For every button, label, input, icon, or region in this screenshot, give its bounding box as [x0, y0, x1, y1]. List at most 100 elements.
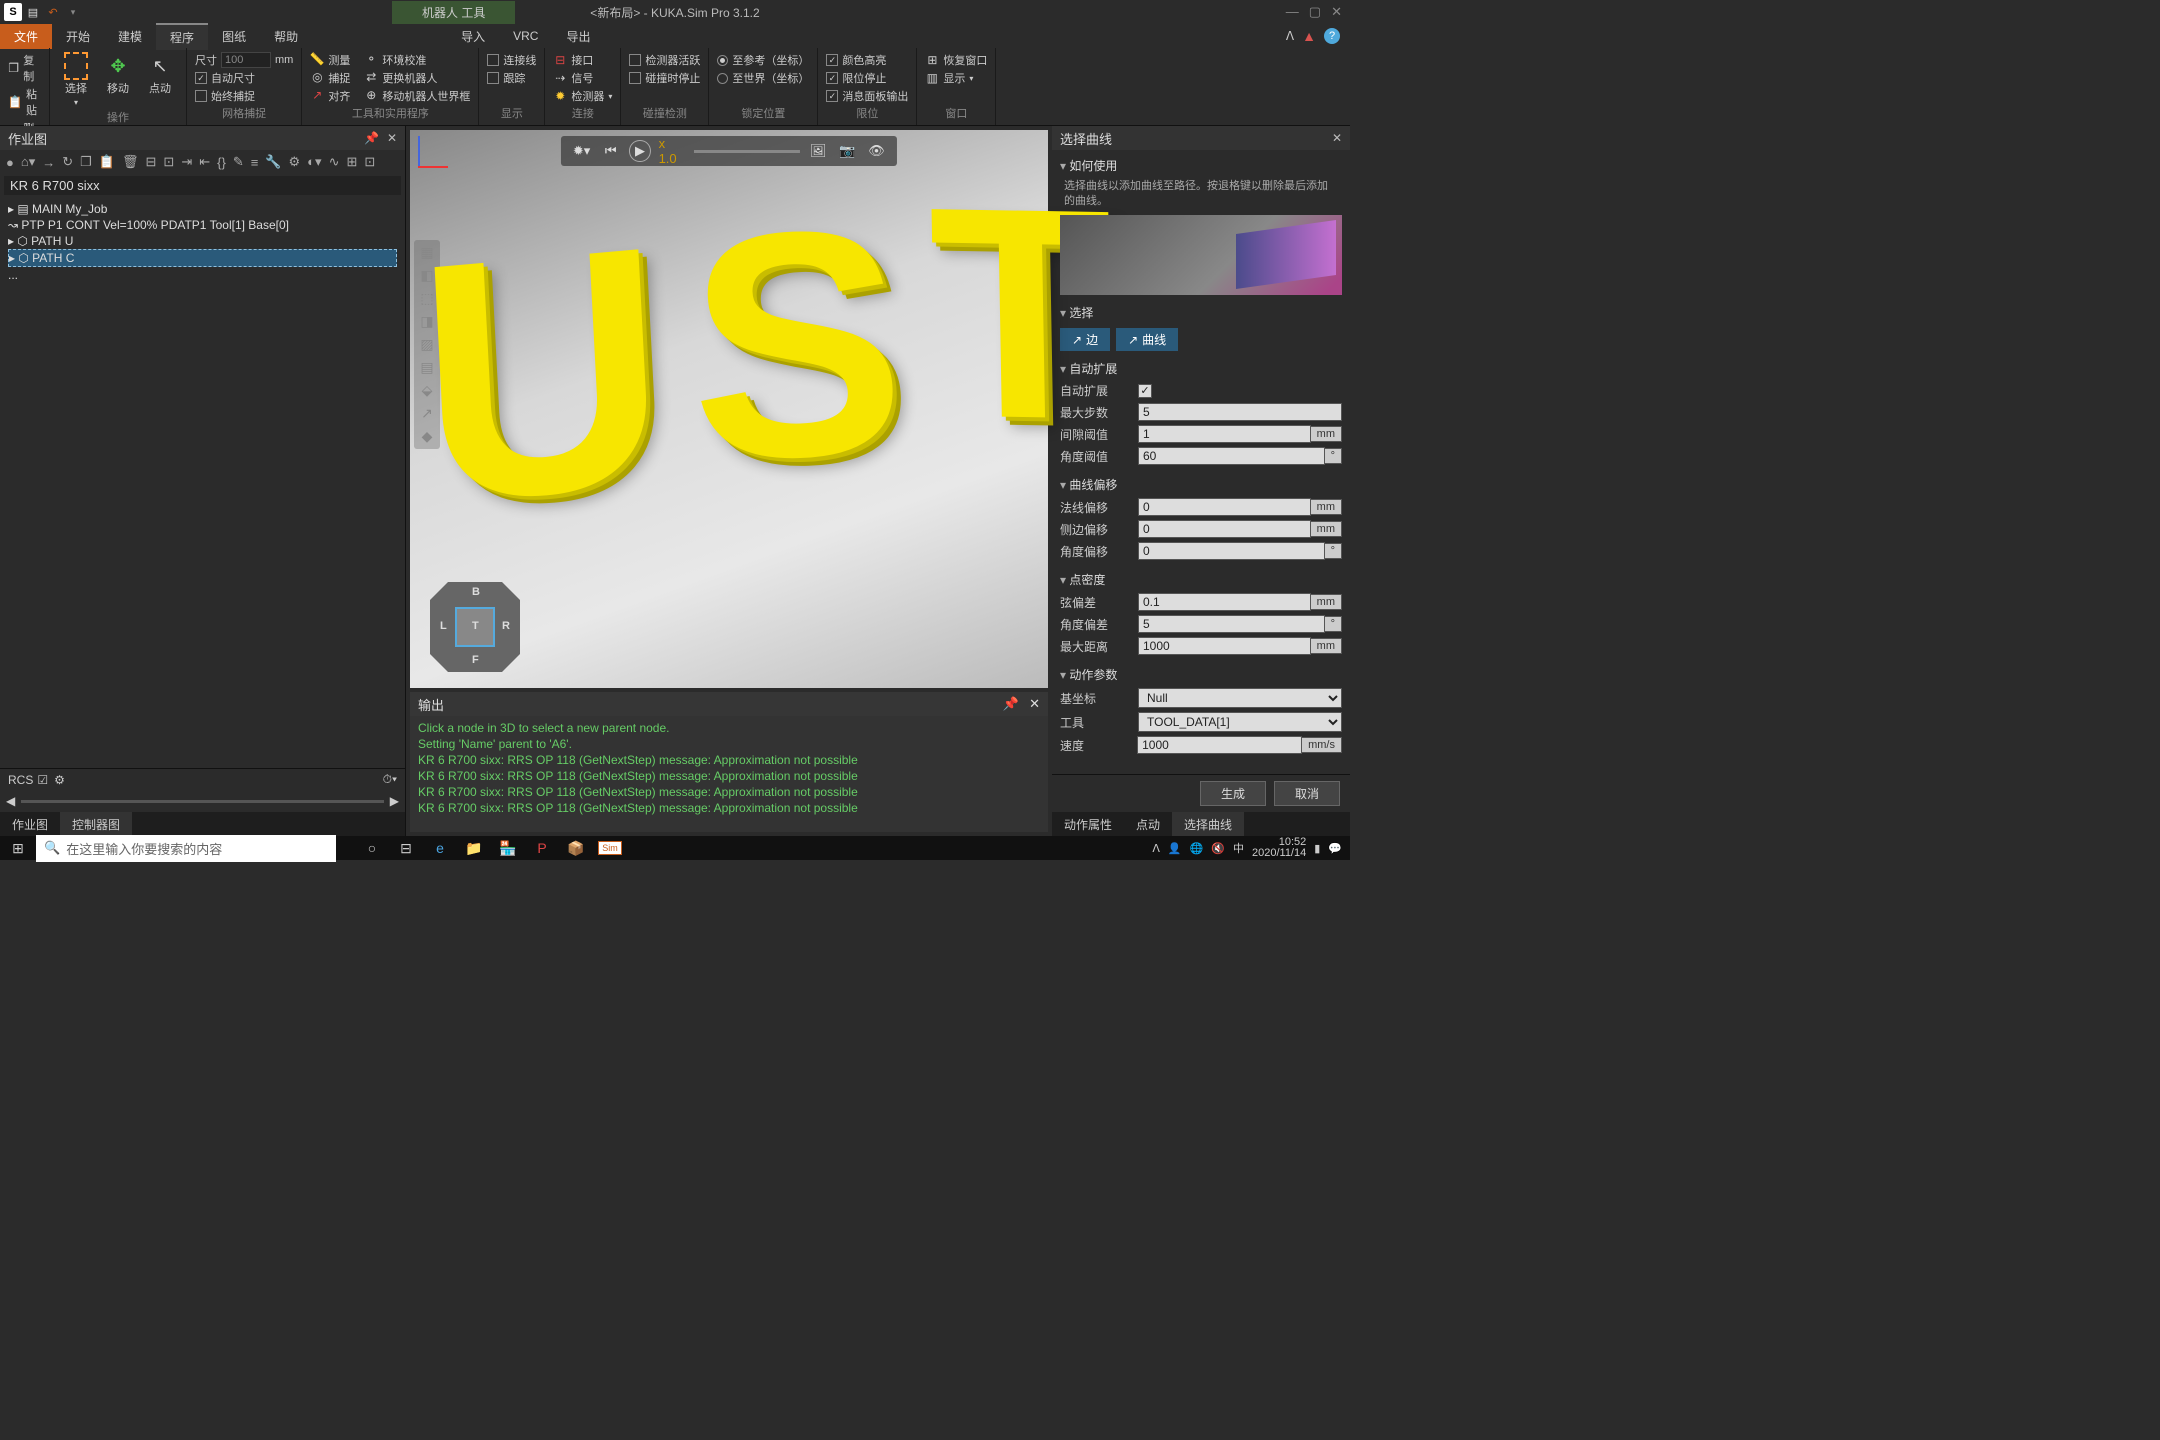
timeline-slider[interactable]: [21, 800, 384, 803]
always-snap-check[interactable]: 始终捕捉: [195, 88, 293, 104]
tb-down-icon[interactable]: ⊡: [163, 154, 174, 170]
tray-net-icon[interactable]: 🌐: [1190, 842, 1204, 855]
tray-action-icon[interactable]: ▮: [1314, 842, 1320, 855]
tb-sl-icon[interactable]: ≡: [251, 155, 259, 170]
tb-b-icon[interactable]: ⊞: [346, 154, 357, 170]
detector-button[interactable]: ✹检测器▾: [553, 88, 612, 104]
tab-work-graph[interactable]: 作业图: [0, 812, 60, 836]
output-close-icon[interactable]: ✕: [1029, 696, 1040, 712]
taskview-icon[interactable]: ⊟: [390, 837, 422, 859]
calibrate-button[interactable]: ⚬环境校准: [364, 52, 426, 68]
tb-del-icon[interactable]: 🗑: [122, 154, 139, 170]
copy-button[interactable]: ❐复制: [8, 52, 41, 84]
tb-arrow-icon[interactable]: →: [42, 155, 55, 170]
section-density[interactable]: 点密度: [1060, 568, 1342, 591]
3d-viewport[interactable]: ✹▾ ⏮ ▶ x 1.0 🖼 📷 👁 ▦ ◧ ⬚ ◨ ▨ ▤ ⬙ ↗ ◆: [410, 130, 1048, 688]
menu-help[interactable]: 帮助: [260, 24, 312, 49]
slider-right-icon[interactable]: ▶: [390, 794, 399, 808]
rcs-gear-icon[interactable]: ⚙: [54, 773, 65, 787]
menu-vrc[interactable]: VRC: [499, 25, 552, 47]
dropdown-icon[interactable]: ▾: [64, 3, 82, 21]
tool-select[interactable]: TOOL_DATA[1]: [1138, 712, 1342, 732]
move-world-button[interactable]: ⊕移动机器人世界框: [364, 88, 470, 104]
tray-up-icon[interactable]: ᐱ: [1152, 842, 1160, 855]
sim-app-icon[interactable]: Sim: [594, 837, 626, 859]
tray-date[interactable]: 2020/11/14: [1252, 848, 1306, 859]
lock-ref-radio[interactable]: 至参考（坐标）: [717, 52, 809, 68]
tb-misc-icon[interactable]: ⚙: [289, 154, 301, 170]
rp-tab-motion[interactable]: 动作属性: [1052, 812, 1124, 836]
close-panel-icon[interactable]: ✕: [387, 131, 397, 145]
collapse-ribbon-icon[interactable]: ᐱ: [1286, 29, 1294, 43]
explorer-icon[interactable]: 📁: [458, 837, 490, 859]
generate-button[interactable]: 生成: [1200, 781, 1266, 806]
rp-tab-jog[interactable]: 点动: [1124, 812, 1172, 836]
archive-icon[interactable]: 📦: [560, 837, 592, 859]
rp-tab-curve[interactable]: 选择曲线: [1172, 812, 1244, 836]
detector-active-check[interactable]: 检测器活跃: [629, 52, 700, 68]
vp-play-icon[interactable]: ▶: [629, 140, 650, 162]
tb-time-icon[interactable]: ◐▾: [307, 154, 321, 170]
edge-icon[interactable]: e: [424, 837, 456, 859]
grid-size-input[interactable]: [221, 52, 271, 68]
angle-thresh-input[interactable]: [1138, 447, 1325, 465]
tb-copy-icon[interactable]: ❐: [80, 154, 92, 170]
undo-icon[interactable]: ↶: [44, 3, 62, 21]
store-icon[interactable]: 🏪: [492, 837, 524, 859]
tree-ptp[interactable]: ↝ PTP P1 CONT Vel=100% PDATP1 Tool[1] Ba…: [8, 217, 397, 233]
move-button[interactable]: ✥移动: [100, 52, 136, 98]
maximize-icon[interactable]: ▢: [1309, 4, 1321, 20]
show-connection-check[interactable]: 连接线: [487, 52, 536, 68]
slider-left-icon[interactable]: ◀: [6, 794, 15, 808]
tb-home-icon[interactable]: ⌂▾: [21, 154, 35, 170]
taskbar-search[interactable]: 🔍 在这里输入你要搜索的内容: [36, 835, 336, 862]
chord-dev-input[interactable]: [1138, 593, 1311, 611]
tb-ref-icon[interactable]: ↻: [62, 154, 73, 170]
tb-in-icon[interactable]: ⇥: [181, 154, 192, 170]
paste-button[interactable]: 📋粘贴: [8, 86, 41, 118]
tab-controller-graph[interactable]: 控制器图: [60, 812, 132, 836]
menu-import[interactable]: 导入: [447, 24, 499, 49]
snap-button[interactable]: ◎捕捉: [310, 70, 350, 86]
warning-icon[interactable]: ▲: [1302, 28, 1316, 44]
maxsteps-input[interactable]: [1138, 403, 1342, 421]
save-icon[interactable]: ▤: [24, 3, 42, 21]
menu-start[interactable]: 开始: [52, 24, 104, 49]
select-button[interactable]: 选择▾: [58, 52, 94, 109]
tree-path-u[interactable]: ▸ ⬡ PATH U: [8, 233, 397, 249]
gap-input[interactable]: [1138, 425, 1311, 443]
robot-tool-context[interactable]: 机器人 工具: [392, 1, 515, 24]
menu-modeling[interactable]: 建模: [104, 24, 156, 49]
vp-gear-icon[interactable]: ✹▾: [571, 140, 592, 162]
measure-button[interactable]: 📏测量: [310, 52, 350, 68]
tree-path-c[interactable]: ▸ ⬡ PATH C: [8, 249, 397, 267]
output-pin-icon[interactable]: 📌: [1003, 696, 1019, 712]
robot-root[interactable]: KR 6 R700 sixx: [4, 176, 401, 195]
rcs-timer-icon[interactable]: ⏱▾: [383, 772, 397, 787]
menu-export[interactable]: 导出: [552, 24, 604, 49]
start-button[interactable]: ⊞: [0, 840, 36, 857]
show-trace-check[interactable]: 跟踪: [487, 70, 536, 86]
tray-notif-icon[interactable]: 💬: [1328, 842, 1342, 855]
angle-offset-input[interactable]: [1138, 542, 1325, 560]
side-offset-input[interactable]: [1138, 520, 1311, 538]
tb-br-icon[interactable]: {}: [217, 155, 226, 170]
nav-cube[interactable]: B T L R F: [430, 582, 520, 672]
tb-a-icon[interactable]: ∿: [329, 154, 340, 170]
tray-ime[interactable]: 中: [1233, 840, 1244, 856]
section-motion[interactable]: 动作参数: [1060, 663, 1342, 686]
angle-dev-input[interactable]: [1138, 615, 1325, 633]
tb-record-icon[interactable]: ●: [6, 155, 14, 170]
menu-file[interactable]: 文件: [0, 24, 52, 49]
close-icon[interactable]: ✕: [1331, 4, 1342, 20]
vp-rewind-icon[interactable]: ⏮: [600, 140, 621, 162]
base-select[interactable]: Null: [1138, 688, 1342, 708]
pin-icon[interactable]: 📌: [364, 131, 379, 145]
rcs-toggle-icon[interactable]: ☑: [37, 773, 48, 787]
signal-button[interactable]: ⇢信号: [553, 70, 612, 86]
msg-output-check[interactable]: 消息面板输出: [826, 88, 908, 104]
help-icon[interactable]: ?: [1324, 28, 1340, 44]
cancel-button[interactable]: 取消: [1274, 781, 1340, 806]
lock-world-radio[interactable]: 至世界（坐标）: [717, 70, 809, 86]
jog-button[interactable]: ↖点动: [142, 52, 178, 98]
